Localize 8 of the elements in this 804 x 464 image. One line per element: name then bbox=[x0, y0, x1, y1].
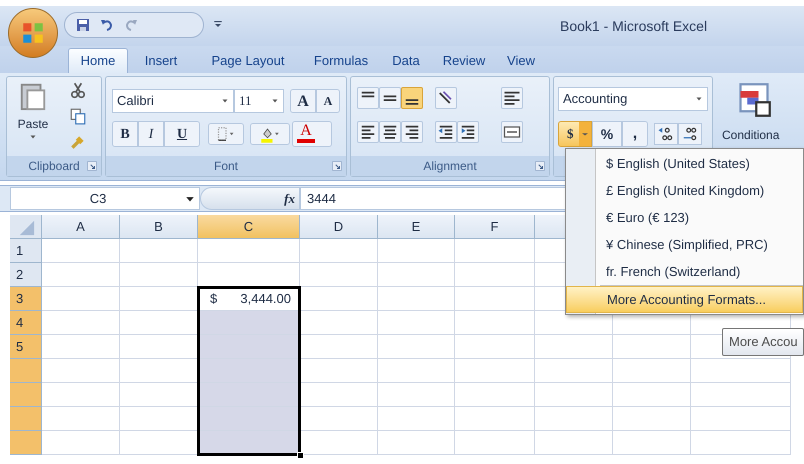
tooltip: More Accou bbox=[722, 328, 804, 356]
window-title: Book1 - Microsoft Excel bbox=[560, 17, 708, 36]
group-label: Font bbox=[214, 158, 238, 175]
conditional-formatting-label: Conditiona bbox=[722, 127, 780, 144]
cell-value: 3,444.00 bbox=[240, 290, 291, 308]
group-label: Clipboard bbox=[28, 158, 80, 175]
group-label: Alignment bbox=[423, 158, 477, 175]
currency-symbol: $ bbox=[210, 290, 218, 308]
